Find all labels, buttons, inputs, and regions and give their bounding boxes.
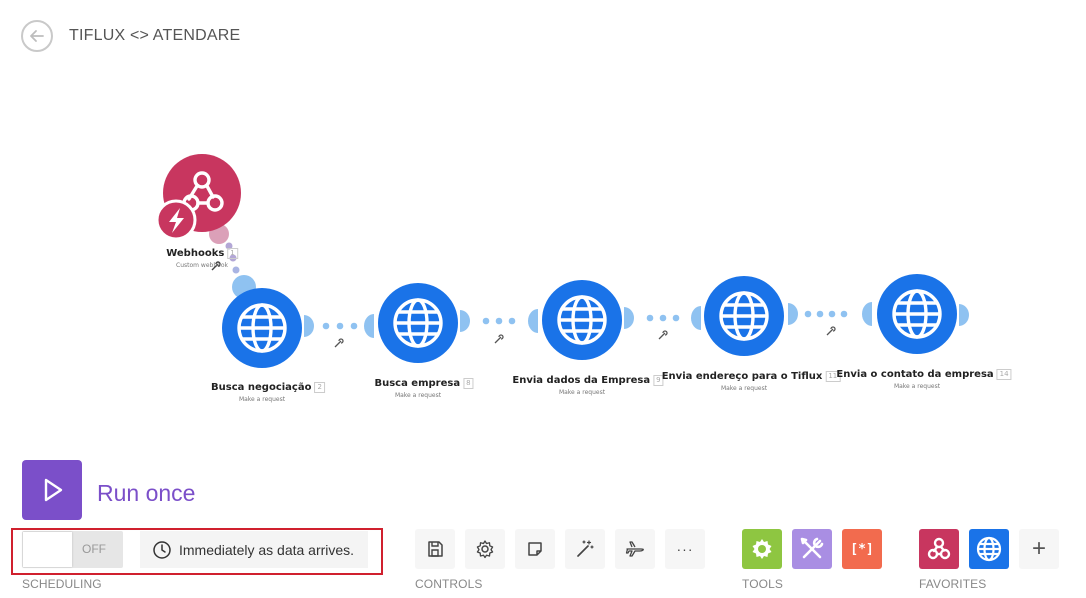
run-once-label[interactable]: Run once [97,480,195,507]
scenario-editor: TIFLUX <> ATENDARE Webhooks 1 Custom web… [0,0,1086,598]
gear-icon [752,539,772,559]
connector-2-to-8[interactable] [304,314,374,348]
module-name: Busca negociação [211,382,312,393]
module-subtitle-busca-negociacao: Make a request [238,396,286,403]
module-label-busca-negociacao: Busca negociação 2 [211,382,325,393]
module-webhooks[interactable] [155,154,241,241]
magic-wand-icon [577,540,594,557]
module-name: Envia dados da Empresa [512,375,651,386]
run-once-button[interactable] [22,460,82,520]
explain-flow-button[interactable] [615,529,655,569]
module-number: 2 [314,382,325,393]
module-envia-o-contato-da-empresa[interactable] [877,274,957,354]
notes-button[interactable] [515,529,555,569]
connector-8-to-9[interactable] [460,309,538,344]
flow-control-tool-button[interactable] [742,529,782,569]
toggle-knob [23,532,72,567]
clock-icon [153,540,171,559]
module-label-busca-empresa: Busca empresa 8 [374,378,474,389]
module-label-envia-o-contato-da-empresa: Envia o contato da empresa 14 [836,369,1012,380]
favorite-http-button[interactable] [969,529,1009,569]
add-favorite-button[interactable]: + [1019,529,1059,569]
scheduling-section-label: SCHEDULING [22,577,102,591]
scenario-settings-button[interactable] [465,529,505,569]
module-busca-empresa[interactable] [378,283,458,363]
module-name: Busca empresa [374,378,461,389]
auto-align-button[interactable] [565,529,605,569]
module-number: 1 [227,248,238,259]
save-icon [428,541,443,557]
text-parser-icon: [*] [850,541,874,557]
module-envia-dados-da-empresa[interactable] [542,280,622,360]
connector-end-14[interactable] [959,304,969,326]
module-number: 8 [463,378,474,389]
connector-11-to-14[interactable] [788,302,872,336]
favorites-section-label: FAVORITES [919,577,987,591]
module-label-envia-dados-da-empresa: Envia dados da Empresa 9 [512,375,664,386]
airplane-icon [625,541,644,557]
module-subtitle-envia-dados-da-empresa: Make a request [558,389,606,396]
module-envia-endereco-para-o-tiflux[interactable] [704,276,784,356]
save-button[interactable] [415,529,455,569]
module-label-webhooks: Webhooks 1 [166,248,238,259]
module-subtitle-envia-endereco-para-o-tiflux: Make a request [720,385,768,392]
schedule-text: Immediately as data arrives. [179,541,355,558]
more-controls-button[interactable]: ··· [665,529,705,569]
globe-icon [976,536,1002,562]
note-icon [528,542,542,556]
favorite-webhooks-button[interactable] [919,529,959,569]
scenario-canvas [155,154,969,368]
module-name: Webhooks [166,248,225,259]
module-subtitle-webhooks: Custom webhook [176,262,228,269]
module-name: Envia o contato da empresa [836,369,994,380]
connector-9-to-11[interactable] [624,306,701,340]
module-subtitle-busca-empresa: Make a request [394,392,442,399]
schedule-setting[interactable]: Immediately as data arrives. [140,531,368,568]
module-name: Envia endereço para o Tiflux [661,371,823,382]
module-label-envia-endereco-para-o-tiflux: Envia endereço para o Tiflux 11 [662,371,841,382]
play-icon [44,478,63,502]
module-busca-negociacao[interactable] [222,288,302,368]
tools-section-label: TOOLS [742,577,783,591]
toggle-state: OFF [82,542,106,556]
module-subtitle-envia-o-contato-da-empresa: Make a request [893,383,941,390]
webhook-icon [927,537,951,560]
scheduling-toggle[interactable]: OFF [22,531,123,568]
tools-tool-button[interactable] [792,529,832,569]
controls-section-label: CONTROLS [415,577,483,591]
text-parser-tool-button[interactable]: [*] [842,529,882,569]
gear-icon [476,540,494,559]
module-number: 14 [996,369,1012,380]
wrench-screwdriver-icon [800,537,824,559]
